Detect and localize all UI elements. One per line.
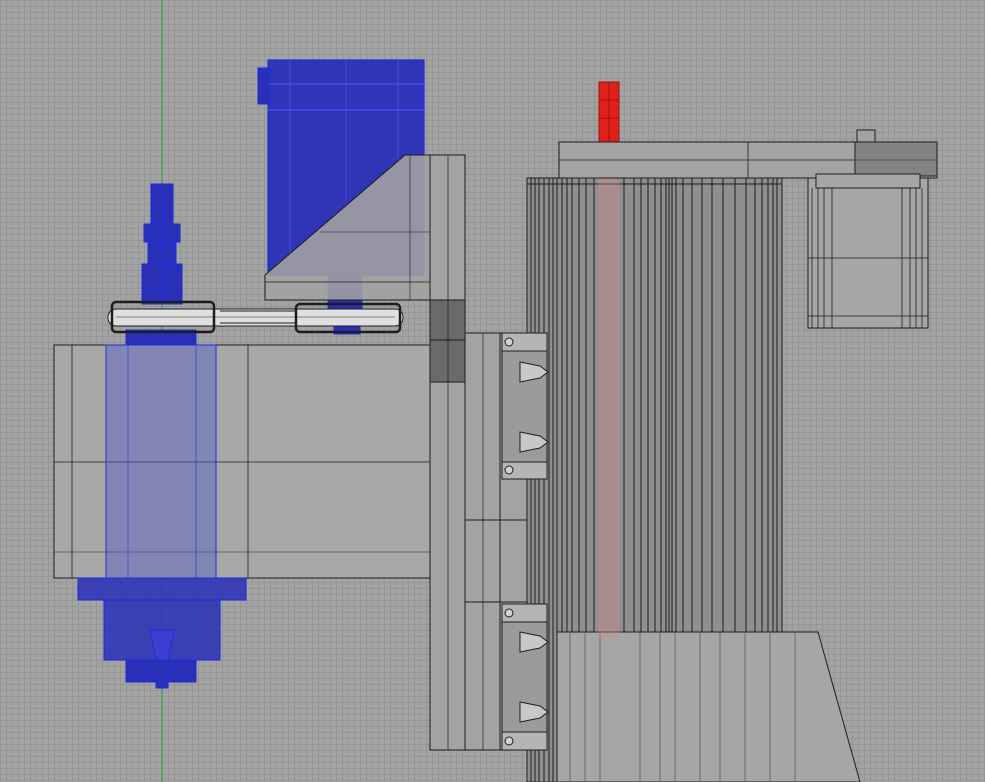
column-base[interactable] xyxy=(556,631,861,782)
cad-viewport[interactable] xyxy=(0,0,985,782)
mounting-plate[interactable] xyxy=(429,154,466,751)
cad-scene[interactable] xyxy=(0,0,985,782)
stepper-motor[interactable] xyxy=(807,173,929,329)
